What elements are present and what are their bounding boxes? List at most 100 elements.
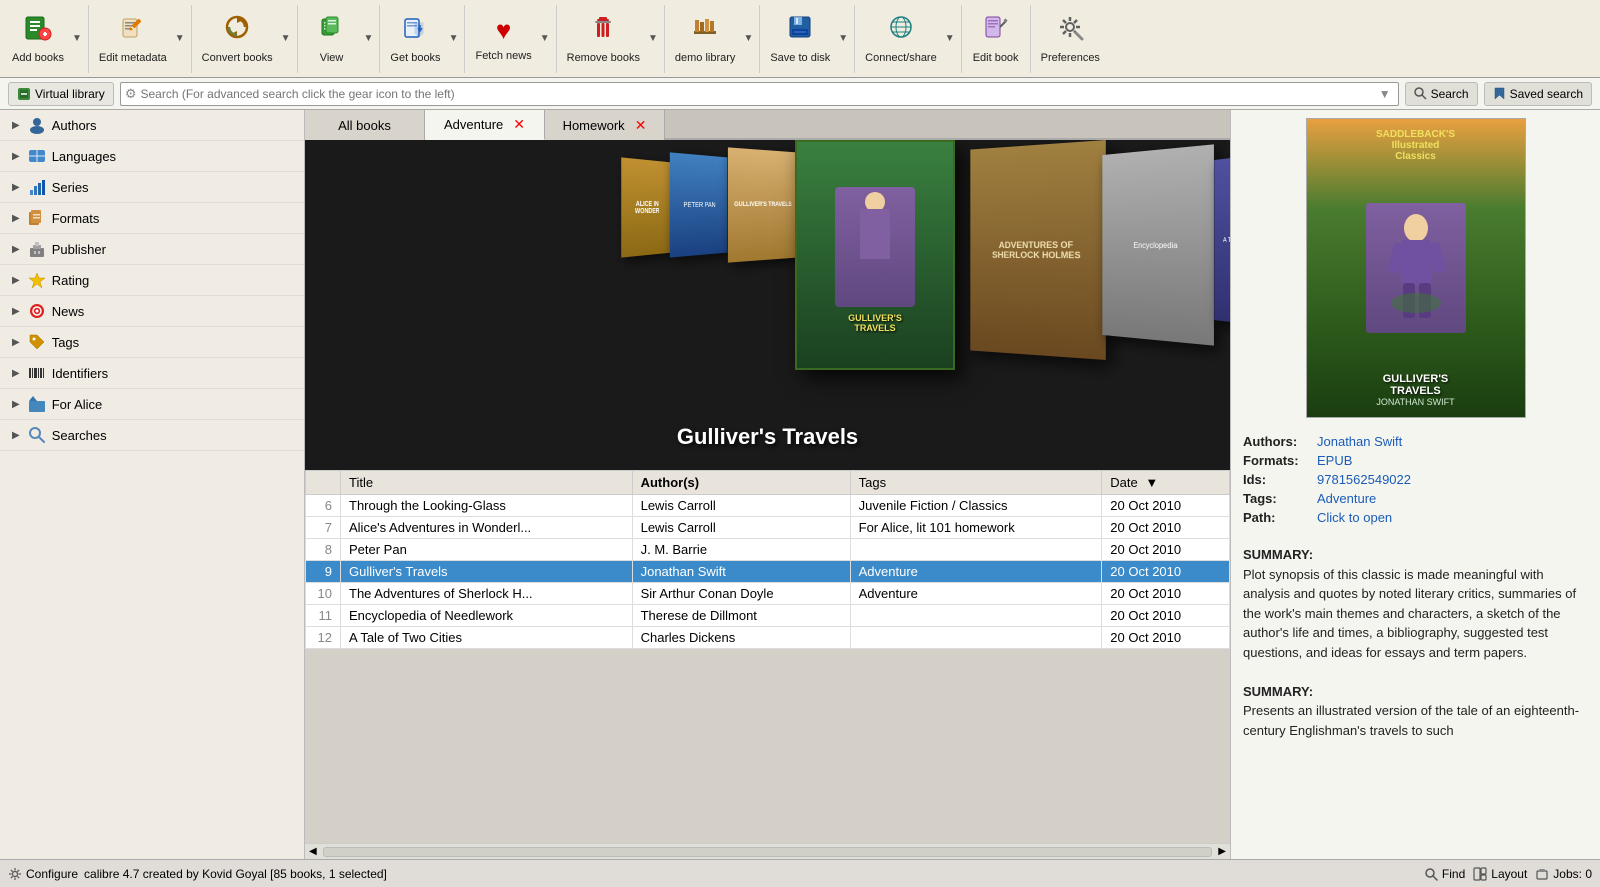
sidebar-arrow-formats: ▶ xyxy=(12,213,20,224)
table-row[interactable]: 8 Peter Pan J. M. Barrie 20 Oct 2010 xyxy=(306,539,1230,561)
preferences-button[interactable]: Preferences xyxy=(1035,5,1106,73)
find-button[interactable]: Find xyxy=(1424,867,1465,881)
tab-homework-label: Homework xyxy=(563,118,625,133)
sidebar-item-searches[interactable]: ▶ Searches xyxy=(0,420,304,451)
row-authors: J. M. Barrie xyxy=(632,539,850,561)
row-date: 20 Oct 2010 xyxy=(1102,539,1230,561)
book-cover-large: SADDLEBACK'SIllustratedClassics xyxy=(1306,118,1526,418)
connect-share-dropdown[interactable]: ▼ xyxy=(943,5,957,73)
ids-info-label: Ids: xyxy=(1243,472,1313,487)
hscroll-track[interactable] xyxy=(323,847,1213,857)
edit-metadata-icon xyxy=(119,13,147,48)
preferences-label: Preferences xyxy=(1041,52,1100,64)
table-row[interactable]: 12 A Tale of Two Cities Charles Dickens … xyxy=(306,627,1230,649)
news-label: News xyxy=(52,304,85,319)
sort-arrow: ▼ xyxy=(1145,475,1158,490)
book-cover-item: ADVENTURES OF SHERLOCK HOLMES xyxy=(970,140,1106,360)
hscroll-right-arrow[interactable]: ▶ xyxy=(1214,846,1230,857)
fetch-news-icon: ♥ xyxy=(496,15,511,46)
edit-metadata-dropdown[interactable]: ▼ xyxy=(173,5,187,73)
sidebar-arrow-languages: ▶ xyxy=(12,151,20,162)
convert-books-dropdown[interactable]: ▼ xyxy=(279,5,293,73)
row-title: Alice's Adventures in Wonderl... xyxy=(341,517,633,539)
fetch-news-button[interactable]: ♥ Fetch news xyxy=(469,5,537,73)
add-books-button[interactable]: Add books xyxy=(6,5,70,73)
table-row[interactable]: 9 Gulliver's Travels Jonathan Swift Adve… xyxy=(306,561,1230,583)
ids-info-value[interactable]: 9781562549022 xyxy=(1317,472,1411,487)
sidebar-item-languages[interactable]: ▶ Languages xyxy=(0,141,304,172)
save-to-disk-icon xyxy=(786,13,814,48)
connect-share-button[interactable]: Connect/share xyxy=(859,5,943,73)
tags-info-value[interactable]: Adventure xyxy=(1317,491,1376,506)
remove-books-dropdown[interactable]: ▼ xyxy=(646,5,660,73)
search-button[interactable]: Search xyxy=(1405,82,1478,106)
saved-search-button[interactable]: Saved search xyxy=(1484,82,1592,106)
demo-library-button[interactable]: demo library xyxy=(669,5,742,73)
tab-homework-close[interactable]: ✕ xyxy=(635,117,647,134)
view-dropdown[interactable]: ▼ xyxy=(362,5,376,73)
layout-icon xyxy=(1473,867,1487,881)
tab-adventure[interactable]: Adventure ✕ xyxy=(425,110,545,140)
sidebar-item-authors[interactable]: ▶ Authors xyxy=(0,110,304,141)
get-books-dropdown[interactable]: ▼ xyxy=(447,5,461,73)
table-row[interactable]: 6 Through the Looking-Glass Lewis Carrol… xyxy=(306,495,1230,517)
book-table-wrapper[interactable]: Title Author(s) Tags Date ▼ xyxy=(305,470,1230,843)
table-hscroll[interactable]: ◀ ▶ xyxy=(305,843,1230,859)
sidebar-item-tags[interactable]: ▶ Tags xyxy=(0,327,304,358)
book-cover-item: Encyclopedia xyxy=(1102,144,1214,345)
search-input[interactable] xyxy=(140,87,1375,101)
languages-label: Languages xyxy=(52,149,116,164)
sidebar-item-formats[interactable]: ▶ Formats xyxy=(0,203,304,234)
jobs-button[interactable]: Jobs: 0 xyxy=(1535,867,1592,881)
sidebar-item-identifiers[interactable]: ▶ Identifiers xyxy=(0,358,304,389)
sidebar-arrow-publisher: ▶ xyxy=(12,244,20,255)
sidebar-item-news[interactable]: ▶ News xyxy=(0,296,304,327)
col-tags[interactable]: Tags xyxy=(850,471,1102,495)
sidebar-item-publisher[interactable]: ▶ Publisher xyxy=(0,234,304,265)
table-row[interactable]: 7 Alice's Adventures in Wonderl... Lewis… xyxy=(306,517,1230,539)
summary-text-1: Plot synopsis of this classic is made me… xyxy=(1243,567,1576,660)
virtual-library-button[interactable]: Virtual library xyxy=(8,82,114,106)
connect-share-label: Connect/share xyxy=(865,52,937,64)
languages-icon xyxy=(28,147,46,165)
hscroll-left-arrow[interactable]: ◀ xyxy=(305,846,321,857)
authors-info-value[interactable]: Jonathan Swift xyxy=(1317,434,1402,449)
add-books-dropdown[interactable]: ▼ xyxy=(70,5,84,73)
sidebar-item-rating[interactable]: ▶ Rating xyxy=(0,265,304,296)
layout-button[interactable]: Layout xyxy=(1473,867,1527,881)
connect-share-icon xyxy=(887,13,915,48)
formats-icon xyxy=(28,209,46,227)
cover-display[interactable]: ALICE IN WONDER PETER PAN GULLIVER'S TRA… xyxy=(305,140,1230,470)
tab-homework[interactable]: Homework ✕ xyxy=(545,110,665,140)
path-info-value[interactable]: Click to open xyxy=(1317,510,1392,525)
summary-label-1: SUMMARY: xyxy=(1243,547,1313,562)
tab-all-books[interactable]: All books xyxy=(305,110,425,140)
search-gear-icon[interactable]: ⚙ xyxy=(125,86,137,102)
search-dropdown-arrow[interactable]: ▼ xyxy=(1376,87,1394,101)
formats-info-value[interactable]: EPUB xyxy=(1317,453,1352,468)
sidebar-item-series[interactable]: ▶ Series xyxy=(0,172,304,203)
summary-text-2: Presents an illustrated version of the t… xyxy=(1243,703,1579,738)
table-row[interactable]: 11 Encyclopedia of Needlework Therese de… xyxy=(306,605,1230,627)
row-authors: Sir Arthur Conan Doyle xyxy=(632,583,850,605)
edit-book-button[interactable]: Edit book xyxy=(966,5,1026,73)
get-books-button[interactable]: Get books xyxy=(384,5,446,73)
tab-adventure-close[interactable]: ✕ xyxy=(513,116,525,133)
demo-library-dropdown[interactable]: ▼ xyxy=(741,5,755,73)
sidebar-item-for-alice[interactable]: ▶ For Alice xyxy=(0,389,304,420)
remove-books-button[interactable]: Remove books xyxy=(561,5,646,73)
convert-books-button[interactable]: Convert books xyxy=(196,5,279,73)
view-button[interactable]: View xyxy=(302,5,362,73)
configure-button[interactable]: Configure xyxy=(8,867,78,881)
col-authors[interactable]: Author(s) xyxy=(632,471,850,495)
col-date[interactable]: Date ▼ xyxy=(1102,471,1230,495)
table-row[interactable]: 10 The Adventures of Sherlock H... Sir A… xyxy=(306,583,1230,605)
content-area: All books Adventure ✕ Homework ✕ xyxy=(305,110,1230,859)
fetch-news-dropdown[interactable]: ▼ xyxy=(538,5,552,73)
row-tags xyxy=(850,627,1102,649)
save-to-disk-button[interactable]: Save to disk xyxy=(764,5,836,73)
authors-info-label: Authors: xyxy=(1243,434,1313,449)
save-to-disk-dropdown[interactable]: ▼ xyxy=(836,5,850,73)
col-title[interactable]: Title xyxy=(341,471,633,495)
edit-metadata-button[interactable]: Edit metadata xyxy=(93,5,173,73)
